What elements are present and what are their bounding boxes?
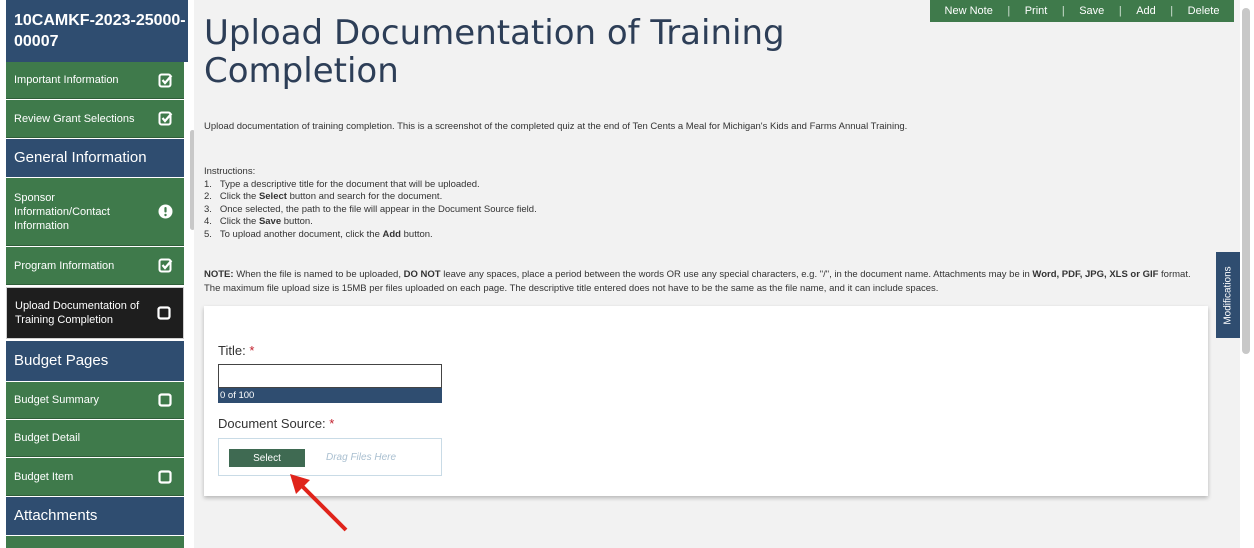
empty-box-icon (154, 393, 176, 407)
instruction-step: 3. Once selected, the path to the file w… (204, 203, 537, 215)
page-description: Upload documentation of training complet… (204, 121, 908, 132)
title-character-counter: 0 of 100 (218, 388, 442, 403)
sidebar-section-attachments[interactable]: Attachments (6, 497, 184, 535)
toolbar-divider: | (1061, 5, 1065, 17)
sidebar-item-label: Upload Documentation of Training Complet… (15, 300, 140, 326)
sidebar-item-label: Review Grant Selections (14, 112, 135, 125)
required-marker: * (329, 416, 335, 431)
select-file-button[interactable]: Select (229, 449, 305, 467)
title-input[interactable] (218, 364, 442, 388)
sidebar-item-next[interactable] (6, 536, 184, 548)
instructions: Instructions: 1. Type a descriptive titl… (204, 166, 537, 241)
sidebar-section-label: General Information (14, 149, 147, 166)
main-content: Upload Documentation of Training Complet… (194, 0, 1240, 548)
title-field-label: Title: * (218, 343, 255, 358)
toolbar-divider: | (1007, 5, 1011, 17)
sidebar-section-budget-pages[interactable]: Budget Pages (6, 341, 184, 381)
drag-files-hint: Drag Files Here (326, 452, 397, 463)
instruction-step: 2. Click the Select button and search fo… (204, 191, 443, 202)
page-scrollbar[interactable] (1240, 0, 1254, 548)
checked-box-icon (154, 73, 176, 88)
sidebar-section-general-information[interactable]: General Information (6, 139, 184, 177)
upload-note: NOTE: When the file is named to be uploa… (204, 269, 1191, 294)
add-button[interactable]: Add (1136, 5, 1156, 17)
sidebar-item-review-grant-selections[interactable]: Review Grant Selections (6, 100, 184, 138)
alert-circle-icon (154, 204, 176, 219)
empty-box-icon (153, 306, 175, 320)
instructions-heading: Instructions: (204, 166, 256, 177)
sidebar-item-upload-documentation[interactable]: Upload Documentation of Training Complet… (6, 287, 184, 339)
instruction-step: 5. To upload another document, click the… (204, 228, 433, 240)
required-marker: * (249, 343, 255, 358)
sidebar-item-label: Budget Detail (14, 432, 81, 444)
page-title: Upload Documentation of Training Complet… (204, 13, 785, 91)
application-number: 10CAMKF-2023-25000-00007 (6, 0, 188, 62)
sidebar-section-label: Attachments (14, 507, 98, 524)
sidebar-item-sponsor-information[interactable]: Sponsor Information/Contact Information (6, 178, 184, 246)
sidebar-item-budget-item[interactable]: Budget Item (6, 458, 184, 496)
sidebar-nav: 10CAMKF-2023-25000-00007 Important Infor… (6, 0, 194, 548)
new-note-button[interactable]: New Note (945, 5, 993, 17)
sidebar-item-program-information[interactable]: Program Information (6, 247, 184, 285)
instruction-step: 1. Type a descriptive title for the docu… (204, 178, 480, 190)
toolbar-divider: | (1118, 5, 1122, 17)
upload-form-card: Title: * 0 of 100 Document Source: * Sel… (204, 306, 1208, 496)
sidebar-item-label: Sponsor Information/Contact Information (14, 191, 110, 232)
action-toolbar: New Note | Print | Save | Add | Delete (930, 0, 1234, 22)
checked-box-icon (154, 111, 176, 126)
sidebar-item-important-information[interactable]: Important Information (6, 62, 184, 99)
scrollbar-thumb[interactable] (1242, 8, 1250, 354)
empty-box-icon (154, 469, 176, 484)
instruction-step: 4. Click the Save button. (204, 216, 313, 227)
toolbar-divider: | (1170, 5, 1174, 17)
document-source-label: Document Source: * (218, 416, 335, 431)
sidebar-item-label: Important Information (14, 74, 119, 86)
save-button[interactable]: Save (1079, 5, 1104, 17)
delete-button[interactable]: Delete (1188, 5, 1220, 17)
modifications-tab[interactable]: Modifications (1216, 252, 1240, 338)
checked-box-icon (154, 258, 176, 273)
print-button[interactable]: Print (1025, 5, 1048, 17)
instructions-list: 1. Type a descriptive title for the docu… (204, 179, 537, 242)
sidebar-item-budget-summary[interactable]: Budget Summary (6, 382, 184, 419)
sidebar-section-label: Budget Pages (14, 352, 109, 369)
sidebar-item-budget-detail[interactable]: Budget Detail (6, 420, 184, 457)
red-arrow-annotation (290, 474, 348, 532)
sidebar-item-label: Budget Item (14, 470, 74, 483)
sidebar-item-label: Budget Summary (14, 394, 99, 406)
sidebar-item-label: Program Information (14, 259, 115, 272)
